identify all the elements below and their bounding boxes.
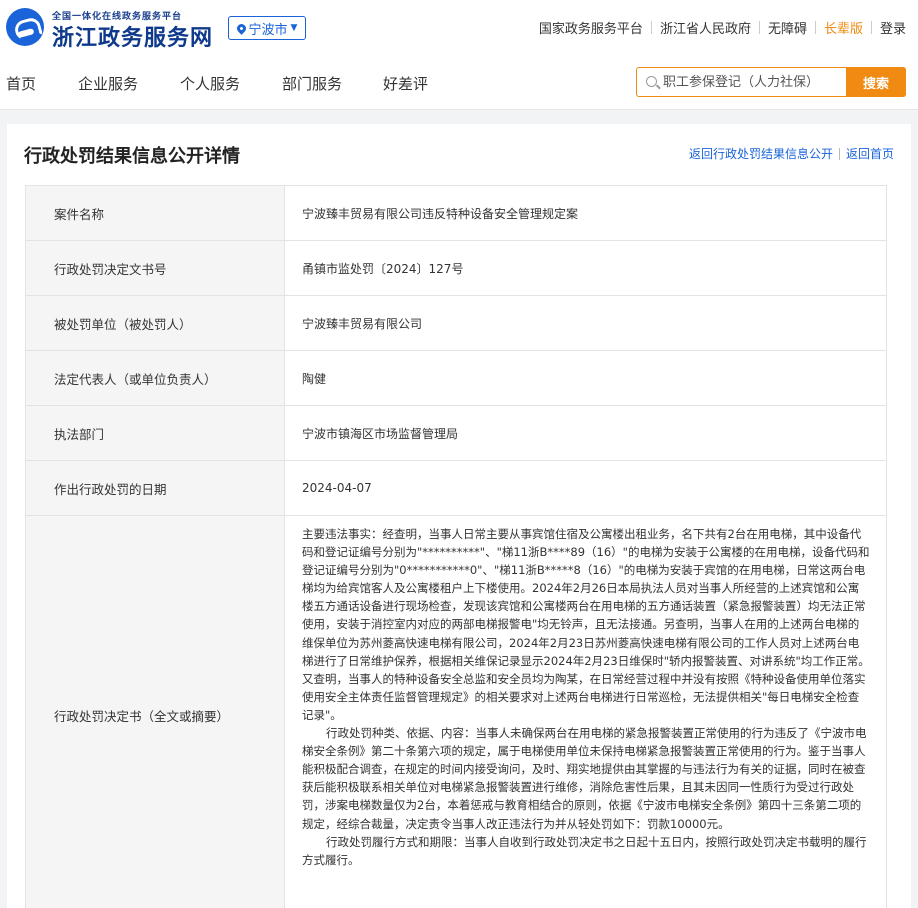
row-value: 宁波臻丰贸易有限公司违反特种设备安全管理规定案 <box>285 186 887 240</box>
row-value: 甬镇市监处罚〔2024〕127号 <box>285 241 887 295</box>
city-selector[interactable]: 宁波市 ▼ <box>228 16 306 40</box>
table-row-summary: 行政处罚决定书（全文或摘要） 主要违法事实：经查明，当事人日常主要从事宾馆住宿及… <box>26 516 887 908</box>
nav-department[interactable]: 部门服务 <box>282 73 342 94</box>
row-label: 案件名称 <box>26 186 285 240</box>
link-zhejiang-gov[interactable]: 浙江省人民政府 <box>660 18 751 37</box>
table-row: 行政处罚决定文书号 甬镇市监处罚〔2024〕127号 <box>26 241 887 296</box>
row-label: 行政处罚决定书（全文或摘要） <box>26 516 285 908</box>
nav-enterprise[interactable]: 企业服务 <box>78 73 138 94</box>
search-icon <box>646 76 657 87</box>
divider <box>650 21 652 34</box>
back-to-home-link[interactable]: 返回首页 <box>846 145 894 162</box>
table-row: 作出行政处罚的日期 2024-04-07 <box>26 461 887 516</box>
divider <box>758 21 760 34</box>
table-row: 被处罚单位（被处罚人） 宁波臻丰贸易有限公司 <box>26 296 887 351</box>
top-links: 国家政务服务平台 浙江省人民政府 无障碍 长辈版 登录 <box>539 18 906 37</box>
summary-text: 主要违法事实：经查明，当事人日常主要从事宾馆住宿及公寓楼出租业务，名下共有2台在… <box>285 516 887 908</box>
summary-penalty: 行政处罚种类、依据、内容：当事人未确保两台在用电梯的紧急报警装置正常使用的行为违… <box>302 726 867 831</box>
row-value: 2024-04-07 <box>285 461 887 515</box>
detail-table: 案件名称 宁波臻丰贸易有限公司违反特种设备安全管理规定案 行政处罚决定文书号 甬… <box>25 185 887 908</box>
divider <box>870 21 872 34</box>
table-row: 法定代表人（或单位负责人） 陶健 <box>26 351 887 406</box>
divider <box>814 21 816 34</box>
row-value: 陶健 <box>285 351 887 405</box>
link-login[interactable]: 登录 <box>880 18 906 37</box>
divider <box>838 147 840 160</box>
nav-review[interactable]: 好差评 <box>383 73 428 94</box>
zjzw-logo-icon[interactable] <box>6 8 44 46</box>
page-title: 行政处罚结果信息公开详情 <box>24 146 240 167</box>
nav-home[interactable]: 首页 <box>6 73 36 94</box>
content-panel: 行政处罚结果信息公开详情 返回行政处罚结果信息公开 返回首页 案件名称 宁波臻丰… <box>7 124 911 908</box>
link-elder-mode[interactable]: 长辈版 <box>824 18 863 37</box>
table-row: 案件名称 宁波臻丰贸易有限公司违反特种设备安全管理规定案 <box>26 186 887 241</box>
search-box: 搜索 <box>636 67 906 97</box>
top-header: 全国一体化在线政务服务平台 浙江政务服务网 宁波市 ▼ 国家政务服务平台 浙江省… <box>0 0 918 56</box>
row-label: 作出行政处罚的日期 <box>26 461 285 515</box>
row-label: 法定代表人（或单位负责人） <box>26 351 285 405</box>
row-value: 宁波臻丰贸易有限公司 <box>285 296 887 350</box>
summary-facts: 主要违法事实：经查明，当事人日常主要从事宾馆住宿及公寓楼出租业务，名下共有2台在… <box>302 527 870 722</box>
search-button[interactable]: 搜索 <box>846 67 906 97</box>
link-accessibility[interactable]: 无障碍 <box>768 18 807 37</box>
back-to-list-link[interactable]: 返回行政处罚结果信息公开 <box>689 145 833 162</box>
nav-personal[interactable]: 个人服务 <box>180 73 240 94</box>
row-label: 执法部门 <box>26 406 285 460</box>
location-pin-icon <box>234 21 248 35</box>
table-row: 执法部门 宁波市镇海区市场监督管理局 <box>26 406 887 461</box>
link-national-platform[interactable]: 国家政务服务平台 <box>539 18 643 37</box>
brand-title[interactable]: 浙江政务服务网 <box>52 20 213 52</box>
back-links: 返回行政处罚结果信息公开 返回首页 <box>689 145 894 162</box>
summary-fulfillment: 行政处罚履行方式和期限：当事人自收到行政处罚决定书之日起十五日内，按照行政处罚决… <box>302 834 867 867</box>
row-value: 宁波市镇海区市场监督管理局 <box>285 406 887 460</box>
city-name: 宁波市 <box>248 22 288 38</box>
main-nav: 首页 企业服务 个人服务 部门服务 好差评 搜索 <box>0 56 918 110</box>
search-input[interactable] <box>663 68 843 96</box>
row-label: 被处罚单位（被处罚人） <box>26 296 285 350</box>
row-label: 行政处罚决定文书号 <box>26 241 285 295</box>
caret-down-icon: ▼ <box>290 23 298 33</box>
